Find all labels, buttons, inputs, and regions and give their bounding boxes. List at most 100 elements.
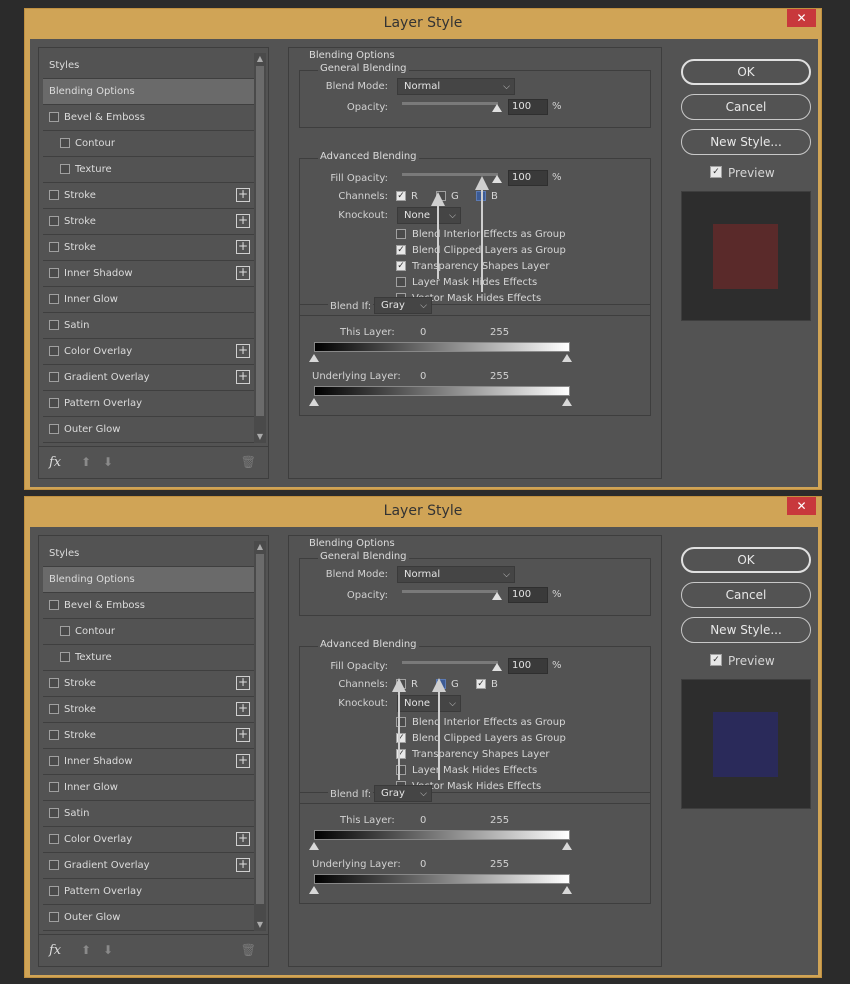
add-style-icon[interactable]: + — [236, 728, 250, 742]
add-style-icon[interactable]: + — [236, 344, 250, 358]
style-checkbox[interactable] — [49, 808, 59, 818]
style-item[interactable]: Pattern Overlay — [43, 391, 255, 417]
blend-if-select[interactable]: Gray ⌵ — [374, 785, 432, 802]
style-checkbox[interactable] — [49, 912, 59, 922]
opacity-slider-handle[interactable] — [492, 104, 502, 112]
advanced-option-checkbox[interactable] — [396, 277, 406, 287]
opacity-input[interactable]: 100 — [508, 99, 548, 115]
new-style-button[interactable]: New Style... — [681, 617, 811, 643]
style-item[interactable]: Styles — [43, 53, 255, 79]
style-item[interactable]: Stroke + — [43, 723, 255, 749]
style-item[interactable]: Bevel & Emboss — [43, 105, 255, 131]
style-item[interactable]: Stroke + — [43, 209, 255, 235]
style-checkbox[interactable] — [60, 138, 70, 148]
add-style-icon[interactable]: + — [236, 702, 250, 716]
move-up-icon[interactable]: ⬆ — [81, 943, 91, 957]
style-checkbox[interactable] — [49, 678, 59, 688]
add-style-icon[interactable]: + — [236, 754, 250, 768]
move-down-icon[interactable]: ⬇ — [103, 455, 113, 469]
fill-opacity-input[interactable]: 100 — [508, 658, 548, 674]
style-item[interactable]: Satin — [43, 313, 255, 339]
style-item[interactable]: Contour — [43, 619, 255, 645]
scroll-thumb[interactable] — [256, 66, 264, 416]
fx-icon[interactable]: fx — [49, 943, 61, 958]
opacity-slider-track[interactable] — [402, 590, 498, 593]
style-checkbox[interactable] — [49, 216, 59, 226]
style-checkbox[interactable] — [60, 164, 70, 174]
style-checkbox[interactable] — [49, 600, 59, 610]
style-checkbox[interactable] — [49, 372, 59, 382]
style-checkbox[interactable] — [49, 346, 59, 356]
this-layer-gradient-bar[interactable] — [314, 342, 570, 352]
add-style-icon[interactable]: + — [236, 370, 250, 384]
advanced-option-checkbox[interactable] — [396, 229, 406, 239]
advanced-option-checkbox[interactable]: ✓ — [396, 245, 406, 255]
style-checkbox[interactable] — [49, 190, 59, 200]
underlying-white-point[interactable] — [562, 398, 572, 406]
fill-opacity-slider-track[interactable] — [402, 661, 498, 664]
scroll-down-icon[interactable]: ▼ — [254, 431, 266, 443]
style-checkbox[interactable] — [60, 626, 70, 636]
fill-opacity-slider-handle[interactable] — [492, 175, 502, 183]
style-checkbox[interactable] — [49, 704, 59, 714]
fill-opacity-input[interactable]: 100 — [508, 170, 548, 186]
style-checkbox[interactable] — [60, 652, 70, 662]
style-item[interactable]: Gradient Overlay + — [43, 365, 255, 391]
style-item[interactable]: Pattern Overlay — [43, 879, 255, 905]
style-checkbox[interactable] — [49, 782, 59, 792]
style-checkbox[interactable] — [49, 112, 59, 122]
underlying-black-point[interactable] — [309, 886, 319, 894]
cancel-button[interactable]: Cancel — [681, 582, 811, 608]
channel-checkbox[interactable]: ✓ — [476, 679, 486, 689]
style-item[interactable]: Satin — [43, 801, 255, 827]
preview-checkbox[interactable]: ✓ — [710, 166, 722, 178]
this-layer-white-point[interactable] — [562, 842, 572, 850]
blend-if-select[interactable]: Gray ⌵ — [374, 297, 432, 314]
fill-opacity-slider-handle[interactable] — [492, 663, 502, 671]
move-up-icon[interactable]: ⬆ — [81, 455, 91, 469]
style-item[interactable]: Inner Glow — [43, 287, 255, 313]
underlying-layer-gradient-bar[interactable] — [314, 874, 570, 884]
fx-icon[interactable]: fx — [49, 455, 61, 470]
style-item[interactable]: Inner Shadow + — [43, 749, 255, 775]
opacity-slider-handle[interactable] — [492, 592, 502, 600]
style-item[interactable]: Stroke + — [43, 697, 255, 723]
move-down-icon[interactable]: ⬇ — [103, 943, 113, 957]
styles-scrollbar[interactable]: ▲ ▼ — [254, 541, 266, 931]
style-item[interactable]: Blending Options — [43, 79, 255, 105]
style-item[interactable]: Stroke + — [43, 183, 255, 209]
ok-button[interactable]: OK — [681, 547, 811, 573]
style-item[interactable]: Color Overlay + — [43, 339, 255, 365]
style-checkbox[interactable] — [49, 860, 59, 870]
this-layer-black-point[interactable] — [309, 842, 319, 850]
style-item[interactable]: Styles — [43, 541, 255, 567]
style-item[interactable]: Contour — [43, 131, 255, 157]
trash-icon[interactable]: 🗑 — [241, 943, 256, 957]
style-item[interactable]: Bevel & Emboss — [43, 593, 255, 619]
scroll-up-icon[interactable]: ▲ — [254, 541, 266, 553]
style-item[interactable]: Color Overlay + — [43, 827, 255, 853]
style-checkbox[interactable] — [49, 756, 59, 766]
style-checkbox[interactable] — [49, 424, 59, 434]
style-item[interactable]: Blending Options — [43, 567, 255, 593]
style-item[interactable]: Inner Shadow + — [43, 261, 255, 287]
style-item[interactable]: Outer Glow — [43, 905, 255, 931]
style-item[interactable]: Texture — [43, 645, 255, 671]
trash-icon[interactable]: 🗑 — [241, 455, 256, 469]
underlying-black-point[interactable] — [309, 398, 319, 406]
channel-checkbox[interactable]: ✓ — [396, 191, 406, 201]
style-checkbox[interactable] — [49, 834, 59, 844]
blend-mode-select[interactable]: Normal ⌵ — [397, 78, 515, 95]
preview-checkbox[interactable]: ✓ — [710, 654, 722, 666]
add-style-icon[interactable]: + — [236, 266, 250, 280]
this-layer-gradient-bar[interactable] — [314, 830, 570, 840]
style-item[interactable]: Outer Glow — [43, 417, 255, 443]
style-checkbox[interactable] — [49, 730, 59, 740]
blend-mode-select[interactable]: Normal ⌵ — [397, 566, 515, 583]
style-item[interactable]: Stroke + — [43, 235, 255, 261]
ok-button[interactable]: OK — [681, 59, 811, 85]
style-item[interactable]: Stroke + — [43, 671, 255, 697]
close-button[interactable]: ✕ — [787, 497, 816, 515]
add-style-icon[interactable]: + — [236, 858, 250, 872]
styles-scrollbar[interactable]: ▲ ▼ — [254, 53, 266, 443]
